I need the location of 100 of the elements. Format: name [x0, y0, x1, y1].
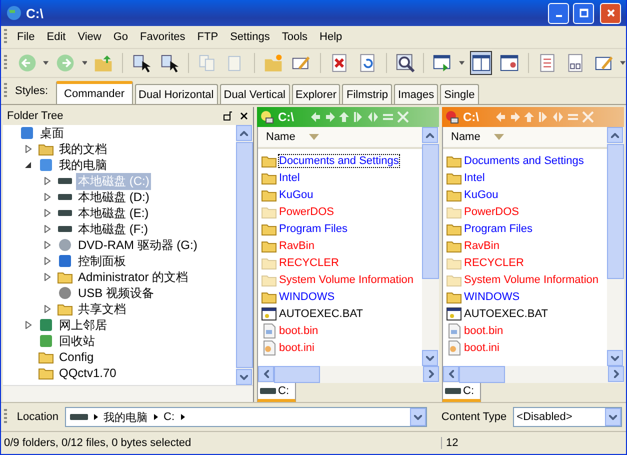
file-name[interactable]: boot.bin [464, 324, 504, 336]
dual-pane-icon[interactable] [470, 52, 492, 74]
file-name[interactable]: RavBin [279, 240, 314, 252]
column-header[interactable]: Name [443, 127, 607, 149]
menu-item[interactable]: Help [314, 31, 348, 43]
close-button[interactable] [600, 2, 621, 24]
window-play-icon[interactable] [432, 52, 453, 74]
scroll-thumb[interactable] [459, 366, 505, 383]
tree-item[interactable]: 我的文档 [57, 140, 109, 158]
file-name[interactable]: RECYCLER [464, 256, 524, 268]
caret-icon[interactable] [82, 61, 88, 65]
expand-arrow-icon[interactable] [43, 193, 51, 201]
file-name[interactable]: AUTOEXEC.BAT [464, 308, 548, 320]
style-tab[interactable]: Dual Vertical [220, 84, 290, 104]
menu-item[interactable]: Tools [276, 31, 314, 43]
tree-item[interactable]: 回收站 [57, 332, 97, 350]
menu-item[interactable]: Edit [40, 31, 72, 43]
menu-item[interactable]: Favorites [134, 31, 192, 43]
expand-arrow-icon[interactable] [43, 209, 51, 217]
scrollbar[interactable] [422, 127, 439, 366]
tree-item[interactable]: 网上邻居 [57, 316, 109, 334]
expand-arrow-icon[interactable] [24, 321, 32, 329]
file-name[interactable]: Documents and Settings [464, 154, 584, 166]
chevron-right-icon[interactable] [94, 414, 98, 420]
tree-item[interactable]: 本地磁盘 (E:) [76, 204, 151, 222]
expand-arrow-icon[interactable] [43, 273, 51, 281]
menu-item[interactable]: Go [107, 31, 134, 43]
tree-item[interactable]: 控制面板 [76, 252, 128, 270]
drive-tab[interactable]: C: [257, 383, 296, 402]
pointer-icon[interactable] [130, 52, 152, 74]
collapse-arrow-icon[interactable] [24, 161, 32, 169]
file-name[interactable]: KuGou [279, 188, 314, 200]
expand-arrow-icon[interactable] [43, 241, 51, 249]
caret-icon[interactable] [43, 61, 49, 65]
file-name[interactable]: PowerDOS [279, 206, 334, 218]
tree-item[interactable]: 桌面 [38, 125, 66, 142]
file-name[interactable]: Program Files [464, 222, 532, 234]
search-icon[interactable] [394, 52, 416, 74]
style-tab[interactable]: Single [440, 84, 479, 104]
scroll-thumb[interactable] [274, 366, 320, 383]
scroll-down-button[interactable] [236, 369, 252, 385]
close-icon[interactable] [239, 111, 249, 121]
scroll-left-button[interactable] [258, 366, 274, 382]
location-field[interactable]: 我的电脑 C: [64, 407, 428, 427]
drive-tab[interactable]: C: [442, 383, 481, 402]
pin-icon[interactable] [223, 111, 233, 121]
preview-pane-icon[interactable] [499, 52, 520, 74]
style-tab[interactable]: Explorer [292, 84, 340, 104]
scrollbar[interactable] [257, 366, 439, 383]
column-header[interactable]: Name [258, 127, 422, 149]
file-name[interactable]: Intel [279, 172, 300, 184]
expand-arrow-icon[interactable] [43, 177, 51, 185]
maximize-button[interactable] [573, 2, 594, 24]
tree-item[interactable]: 本地磁盘 (F:) [76, 220, 150, 238]
dropdown-button[interactable] [605, 408, 621, 426]
style-tab[interactable]: Filmstrip [342, 84, 392, 104]
dropdown-button[interactable] [410, 408, 426, 426]
file-name[interactable]: System Volume Information [279, 274, 414, 286]
file-name[interactable]: KuGou [464, 188, 498, 200]
file-name[interactable]: boot.ini [464, 342, 500, 354]
file-name[interactable]: Intel [464, 172, 485, 184]
tree-item[interactable]: 本地磁盘 (D:) [76, 188, 152, 206]
scroll-up-button[interactable] [607, 127, 623, 143]
expand-arrow-icon[interactable] [43, 225, 51, 233]
file-name[interactable]: System Volume Information [464, 274, 599, 286]
tree-item[interactable]: DVD-RAM 驱动器 (G:) [76, 236, 200, 254]
content-type-dropdown[interactable]: <Disabled> [512, 407, 622, 427]
caret-icon[interactable] [458, 61, 465, 65]
menu-item[interactable]: Settings [224, 31, 276, 43]
scroll-up-button[interactable] [422, 127, 438, 143]
tree-item[interactable]: QQctv1.70 [57, 366, 118, 380]
file-name[interactable]: Documents and Settings [279, 154, 399, 166]
file-name[interactable]: boot.ini [279, 342, 314, 354]
style-tab[interactable]: Dual Horizontal [134, 84, 218, 104]
expand-arrow-icon[interactable] [43, 305, 51, 313]
file-name[interactable]: AUTOEXEC.BAT [279, 308, 363, 320]
tree-item[interactable]: USB 视频设备 [76, 284, 156, 302]
tree-item[interactable]: 我的电脑 [57, 156, 109, 174]
style-tab[interactable]: Images [394, 84, 438, 104]
tree-item[interactable]: Config [57, 350, 96, 364]
breadcrumb-item[interactable]: 我的电脑 [104, 410, 148, 424]
scroll-down-button[interactable] [422, 350, 438, 366]
menu-item[interactable]: FTP [191, 31, 224, 43]
breadcrumb-item[interactable]: C: [164, 411, 175, 423]
file-name[interactable]: RECYCLER [279, 256, 339, 268]
scroll-down-button[interactable] [607, 350, 623, 366]
chevron-right-icon[interactable] [180, 414, 185, 420]
chevron-right-icon[interactable] [154, 414, 158, 420]
scroll-right-button[interactable] [608, 366, 624, 382]
scroll-thumb[interactable] [607, 144, 624, 279]
scroll-right-button[interactable] [423, 366, 439, 382]
file-name[interactable]: PowerDOS [464, 206, 520, 218]
minimize-button[interactable] [548, 2, 569, 24]
caret-icon[interactable] [620, 61, 626, 65]
tree-item[interactable]: 共享文档 [76, 300, 128, 318]
file-name[interactable]: Program Files [279, 222, 348, 234]
expand-arrow-icon[interactable] [24, 145, 32, 153]
scroll-up-button[interactable] [236, 125, 252, 141]
file-name[interactable]: RavBin [464, 240, 500, 252]
menu-item[interactable]: File [11, 31, 41, 43]
